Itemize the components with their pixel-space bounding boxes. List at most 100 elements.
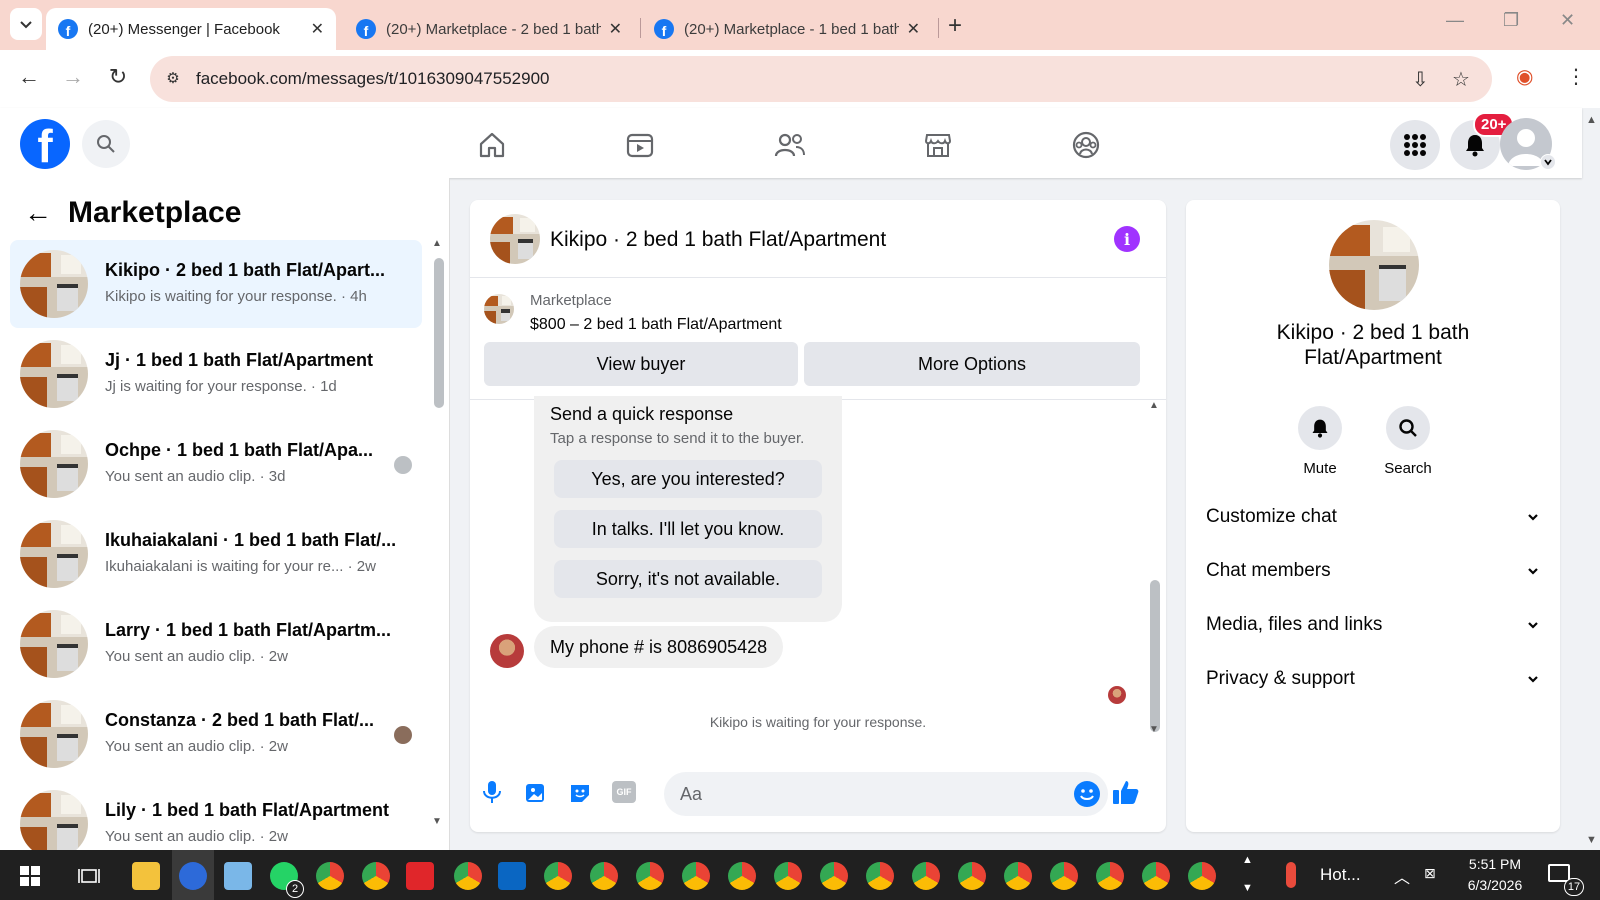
site-info-icon[interactable]: ⚙: [162, 68, 184, 90]
conversation-list-scrollbar[interactable]: [434, 258, 444, 408]
taskbar-scroll-up-icon[interactable]: ▲: [1242, 854, 1253, 866]
install-app-icon[interactable]: ⇩: [1412, 67, 1429, 92]
conversation-item[interactable]: Larry · 1 bed 1 bath Flat/Apartm... You …: [10, 600, 422, 688]
chrome-profile-icon[interactable]: [958, 862, 986, 890]
chrome-profile-icon[interactable]: [636, 862, 664, 890]
chat-members-section[interactable]: Chat members: [1206, 560, 1540, 582]
attach-photo-button[interactable]: [522, 778, 550, 806]
facebook-search-button[interactable]: [82, 120, 130, 168]
menu-button[interactable]: [1390, 120, 1440, 170]
chrome-profile-icon[interactable]: [1096, 862, 1124, 890]
emoji-icon[interactable]: [1074, 781, 1100, 807]
back-arrow-icon[interactable]: ←: [24, 197, 52, 229]
view-buyer-button[interactable]: View buyer: [484, 342, 798, 386]
network-icon[interactable]: ⊠: [1424, 865, 1436, 882]
page-scroll-up-arrow-icon[interactable]: ▲: [1586, 114, 1597, 126]
linkedin-icon[interactable]: [498, 862, 526, 890]
scroll-down-arrow-icon[interactable]: ▼: [432, 816, 442, 827]
chat-scrollbar[interactable]: [1150, 580, 1160, 732]
chrome-profile-icon[interactable]: [866, 862, 894, 890]
media-files-links-section[interactable]: Media, files and links: [1206, 614, 1540, 636]
nav-marketplace[interactable]: [920, 127, 956, 163]
chrome-icon[interactable]: [316, 862, 344, 890]
back-icon[interactable]: ←: [14, 64, 44, 90]
chrome-profile-icon[interactable]: [1050, 862, 1078, 890]
info-icon[interactable]: i: [1114, 226, 1140, 252]
tab-search-button[interactable]: [10, 8, 42, 40]
weather-text[interactable]: Hot...: [1320, 865, 1361, 885]
wps-office-icon[interactable]: [406, 862, 434, 890]
scroll-down-arrow-icon[interactable]: ▼: [1149, 724, 1159, 735]
minimize-icon[interactable]: —: [1446, 10, 1464, 31]
menu-kebab-icon[interactable]: ⋮: [1566, 64, 1586, 89]
close-tab-icon[interactable]: ✕: [907, 19, 920, 39]
chrome-profile-icon[interactable]: [362, 862, 390, 890]
task-view-icon[interactable]: [78, 865, 100, 887]
file-explorer-icon[interactable]: [132, 862, 160, 890]
forward-icon[interactable]: →: [58, 64, 88, 90]
conversation-item[interactable]: Ochpe · 1 bed 1 bath Flat/Apa... You sen…: [10, 420, 422, 508]
close-window-icon[interactable]: ✕: [1560, 10, 1575, 31]
nav-video[interactable]: [622, 127, 658, 163]
tab-marketplace-1bed[interactable]: f (20+) Marketplace - 1 bed 1 bath ✕: [642, 8, 932, 50]
quick-response-button[interactable]: Sorry, it's not available.: [554, 560, 822, 598]
close-tab-icon[interactable]: ✕: [311, 19, 324, 39]
nav-friends[interactable]: [772, 127, 808, 163]
windows-start-icon[interactable]: [20, 866, 40, 886]
message-bubble[interactable]: My phone # is 8086905428: [534, 626, 784, 668]
conversation-item[interactable]: Constanza · 2 bed 1 bath Flat/... You se…: [10, 690, 422, 778]
message-input[interactable]: [664, 772, 1044, 816]
account-chevron-icon[interactable]: [1540, 154, 1556, 170]
chat-profile-thumbnail[interactable]: [1329, 220, 1419, 310]
reload-icon[interactable]: ↻: [103, 64, 133, 90]
profile-icon[interactable]: ◉: [1516, 64, 1533, 89]
restore-icon[interactable]: ❐: [1503, 10, 1519, 31]
app-notes-icon[interactable]: [224, 862, 252, 890]
chrome-profile-icon[interactable]: [1004, 862, 1032, 890]
mute-button[interactable]: Mute: [1285, 406, 1355, 477]
scroll-up-arrow-icon[interactable]: ▲: [432, 238, 442, 249]
chat-thumbnail[interactable]: [490, 214, 540, 264]
like-button[interactable]: [1112, 778, 1140, 806]
privacy-support-section[interactable]: Privacy & support: [1206, 668, 1540, 690]
quick-response-button[interactable]: In talks. I'll let you know.: [554, 510, 822, 548]
chrome-profile-icon[interactable]: [1142, 862, 1170, 890]
chrome-profile-icon[interactable]: [912, 862, 940, 890]
app-tool-icon[interactable]: [179, 862, 207, 890]
chrome-profile-icon[interactable]: [454, 862, 482, 890]
chrome-profile-icon[interactable]: [728, 862, 756, 890]
conversation-item[interactable]: Ikuhaiakalani · 1 bed 1 bath Flat/... Ik…: [10, 510, 422, 598]
clock-time[interactable]: 5:51 PM: [1452, 856, 1538, 872]
tab-marketplace-2bed[interactable]: f (20+) Marketplace - 2 bed 1 bath ✕: [344, 8, 634, 50]
chrome-profile-icon[interactable]: [682, 862, 710, 890]
sender-avatar[interactable]: [490, 634, 524, 668]
close-tab-icon[interactable]: ✕: [609, 19, 622, 39]
bookmark-star-icon[interactable]: ☆: [1452, 67, 1470, 92]
nav-home[interactable]: [474, 127, 510, 163]
weather-thermometer-icon[interactable]: [1286, 862, 1296, 888]
more-options-button[interactable]: More Options: [804, 342, 1140, 386]
chrome-profile-icon[interactable]: [820, 862, 848, 890]
chrome-profile-icon[interactable]: [1188, 862, 1216, 890]
chrome-profile-icon[interactable]: [590, 862, 618, 890]
clock-date[interactable]: 6/3/2026: [1452, 877, 1538, 893]
tab-messenger[interactable]: f (20+) Messenger | Facebook ✕: [46, 8, 336, 50]
page-scroll-down-arrow-icon[interactable]: ▼: [1586, 834, 1597, 846]
gif-button[interactable]: GIF: [610, 778, 638, 806]
taskbar-scroll-down-icon[interactable]: ▼: [1242, 882, 1253, 894]
new-tab-button[interactable]: +: [948, 12, 962, 40]
listing-title[interactable]: $800 – 2 bed 1 bath Flat/Apartment: [530, 316, 782, 334]
nav-groups[interactable]: [1068, 127, 1104, 163]
chrome-profile-icon[interactable]: [774, 862, 802, 890]
chrome-profile-icon[interactable]: [544, 862, 572, 890]
url-text[interactable]: facebook.com/messages/t/1016309047552900: [196, 69, 549, 89]
microphone-button[interactable]: [478, 778, 506, 806]
customize-chat-section[interactable]: Customize chat: [1206, 506, 1540, 528]
scroll-up-arrow-icon[interactable]: ▲: [1149, 400, 1159, 411]
chat-title[interactable]: Kikipo · 2 bed 1 bath Flat/Apartment: [550, 228, 886, 252]
search-chat-button[interactable]: Search: [1373, 406, 1443, 477]
tray-chevron-up-icon[interactable]: ︿: [1394, 864, 1410, 888]
facebook-logo-icon[interactable]: f: [20, 119, 70, 169]
conversation-item[interactable]: Kikipo · 2 bed 1 bath Flat/Apart... Kiki…: [10, 240, 422, 328]
address-bar[interactable]: ⚙ facebook.com/messages/t/10163090475529…: [150, 56, 1492, 102]
